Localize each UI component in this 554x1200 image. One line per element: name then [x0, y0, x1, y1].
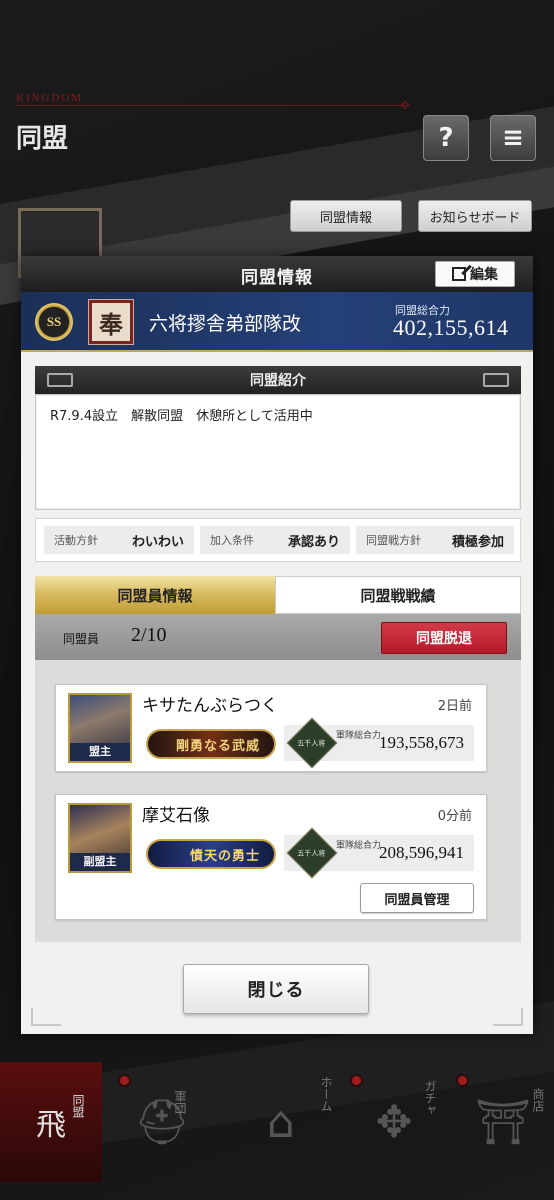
pattern-icon [483, 373, 509, 387]
member-card[interactable]: 盟主 キサたんぶらつく 2日前 剛勇なる武威 五千人将 軍隊総合力 193,55… [55, 684, 487, 772]
intro-heading: 同盟紹介 [250, 373, 306, 389]
tab-alliance-info[interactable]: 同盟情報 [290, 200, 402, 232]
nav-item-alliance[interactable]: 飛 同盟 [0, 1062, 102, 1182]
member-card[interactable]: 副盟主 摩艾石像 0分前 憤天の勇士 五千人将 軍隊総合力 208,596,94… [55, 794, 487, 920]
bottom-nav: 飛 同盟 ⛑ 軍団 ⌂ ホーム ✥ ガチャ ⛩ 商店 [0, 1062, 554, 1200]
policy-row: 活動方針 わいわい 加入条件 承認あり 同盟戦方針 積極参加 [35, 518, 521, 562]
notification-dot [352, 1076, 361, 1085]
corner-ornament [493, 1008, 523, 1026]
brand-diamond-icon [400, 100, 410, 110]
member-avatar: 盟主 [68, 693, 132, 763]
member-rank-badge: 五千人将 [286, 717, 338, 769]
alliance-name: 六将摎舎弟部隊改 [149, 313, 302, 335]
members-bar: 同盟員 2/10 同盟脱退 [35, 614, 521, 660]
member-role: 副盟主 [70, 853, 130, 871]
modal-header: 同盟情報 編集 [21, 256, 533, 292]
help-icon: ? [438, 123, 454, 153]
member-strength-label: 軍隊総合力 [336, 731, 382, 741]
tab-war-record[interactable]: 同盟戦戦績 [275, 576, 521, 614]
alliance-summary: SS 奉 六将摎舎弟部隊改 同盟総合力 402,155,614 [21, 292, 533, 352]
member-avatar: 副盟主 [68, 803, 132, 873]
nav-item-legion[interactable]: ⛑ 軍団 [112, 1062, 212, 1182]
leave-alliance-button[interactable]: 同盟脱退 [381, 622, 507, 654]
brand-divider [16, 105, 406, 106]
shop-icon: ⛩ [475, 1097, 531, 1148]
edit-button[interactable]: 編集 [435, 261, 515, 287]
edit-icon [452, 267, 466, 281]
policy-value: 積極参加 [451, 534, 504, 550]
alliance-emblem: 奉 [88, 299, 134, 345]
flag-icon: 飛 [36, 1108, 66, 1143]
corner-ornament [31, 1008, 61, 1026]
member-strength-value: 208,596,941 [379, 843, 464, 862]
nav-label-shop: 商店 [531, 1088, 545, 1112]
member-strength: 五千人将 軍隊総合力 208,596,941 [284, 827, 474, 879]
notification-dot [120, 1076, 129, 1085]
member-last-login: 2日前 [437, 699, 472, 714]
member-role: 盟主 [70, 743, 130, 761]
member-strength-value: 193,558,673 [379, 733, 464, 752]
members-panel: 同盟員 2/10 同盟脱退 盟主 キサたんぶらつく 2日前 剛勇なる武威 五千人… [35, 614, 521, 942]
member-rank-text: 五千人将 [297, 739, 326, 748]
edit-label: 編集 [470, 267, 498, 283]
nav-item-gacha[interactable]: ✥ ガチャ [344, 1062, 444, 1182]
members-label: 同盟員 [63, 632, 100, 646]
member-strength-label: 軍隊総合力 [336, 841, 382, 851]
help-button[interactable]: ? [423, 115, 469, 161]
palace-icon: ⌂ [267, 1096, 295, 1148]
tab-member-info[interactable]: 同盟員情報 [35, 576, 275, 614]
policy-key: 同盟戦方針 [366, 534, 421, 547]
nav-label-legion: 軍団 [173, 1090, 187, 1114]
notification-dot [458, 1076, 467, 1085]
member-last-login: 0分前 [437, 809, 472, 824]
policy-value: わいわい [131, 534, 184, 550]
nav-label-home: ホーム [319, 1076, 333, 1112]
manage-members-button[interactable]: 同盟員管理 [360, 883, 474, 913]
menu-button[interactable]: ≡ [490, 115, 536, 161]
policy-join: 加入条件 承認あり [200, 526, 350, 554]
member-title-badge: 剛勇なる武威 [146, 729, 276, 759]
nav-label-gacha: ガチャ [423, 1080, 437, 1116]
member-rank-badge: 五千人将 [286, 827, 338, 879]
members-count: 2/10 [131, 624, 167, 646]
member-name: 摩艾石像 [142, 806, 210, 826]
member-name: キサたんぶらつく [142, 696, 278, 716]
intro-header: 同盟紹介 [35, 366, 521, 394]
nav-item-shop[interactable]: ⛩ 商店 [452, 1062, 554, 1182]
member-strength: 五千人将 軍隊総合力 193,558,673 [284, 717, 474, 769]
gacha-icon: ✥ [375, 1096, 413, 1148]
nav-item-home[interactable]: ⌂ ホーム [226, 1062, 336, 1182]
intro-box: R7.9.4設立 解散同盟 休憩所として活用中 [35, 394, 521, 510]
member-rank-text: 五千人将 [297, 849, 326, 858]
menu-icon: ≡ [502, 123, 524, 153]
alliance-rank-badge: SS [35, 303, 73, 341]
policy-war: 同盟戦方針 積極参加 [356, 526, 514, 554]
nav-label-alliance: 同盟 [71, 1094, 85, 1118]
tab-notice-board[interactable]: お知らせボード [418, 200, 532, 232]
page-title: 同盟 [16, 124, 69, 154]
alliance-info-modal: 同盟情報 編集 SS 奉 六将摎舎弟部隊改 同盟総合力 402,155,614 … [21, 256, 533, 1034]
policy-activity: 活動方針 わいわい [44, 526, 194, 554]
policy-key: 加入条件 [210, 534, 254, 547]
policy-value: 承認あり [287, 534, 340, 550]
alliance-power-value: 402,155,614 [393, 315, 509, 340]
policy-key: 活動方針 [54, 534, 98, 547]
close-button[interactable]: 閉じる [183, 964, 369, 1014]
member-title-badge: 憤天の勇士 [146, 839, 276, 869]
intro-text: R7.9.4設立 解散同盟 休憩所として活用中 [50, 409, 313, 424]
brand-label: KINGDOM [16, 92, 84, 104]
